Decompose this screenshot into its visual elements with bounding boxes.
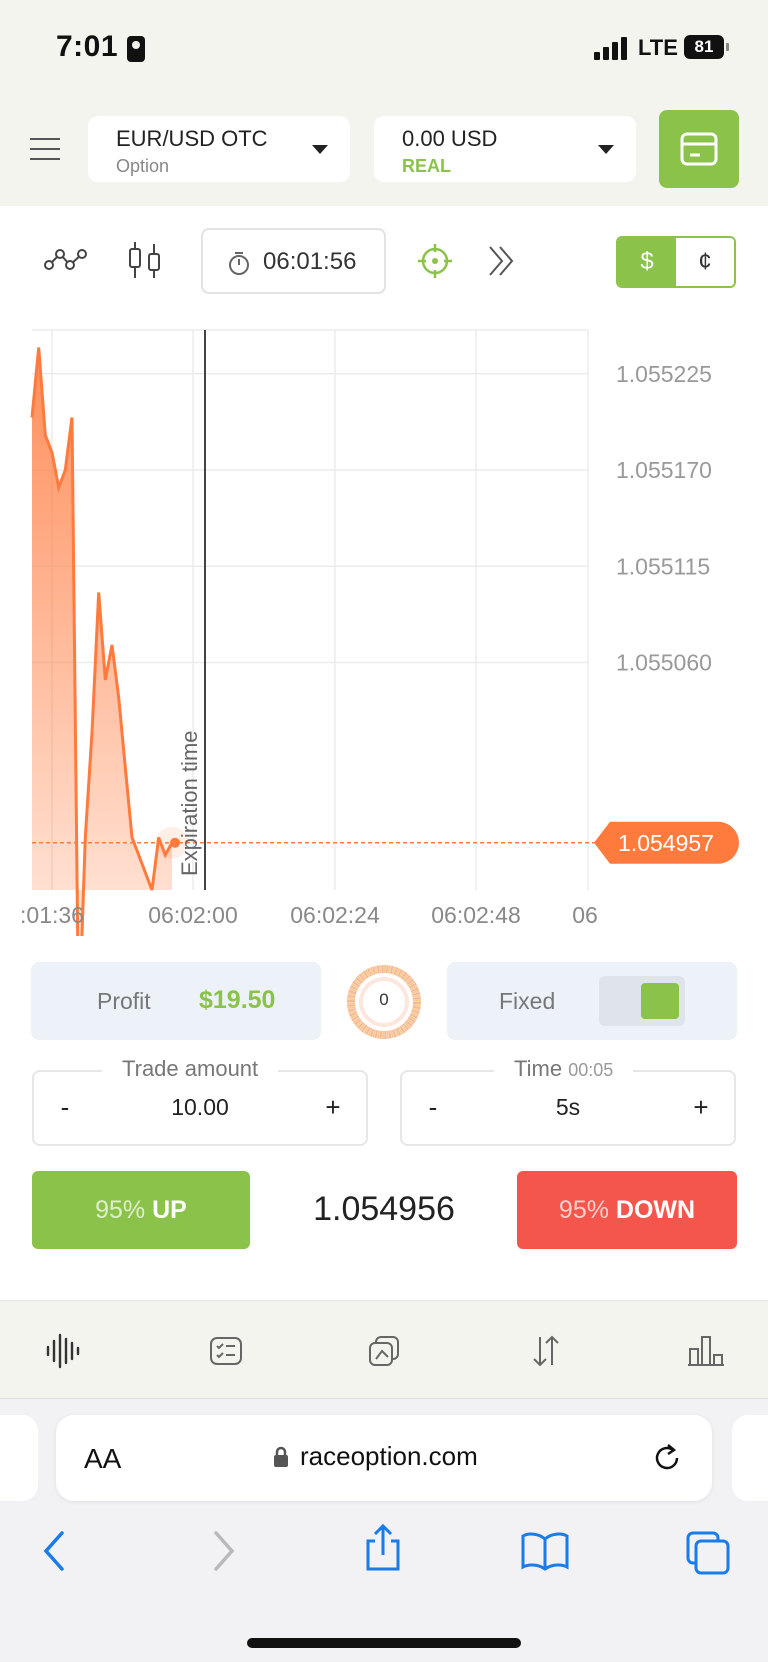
double-chevron-right-icon[interactable] [486, 244, 518, 278]
y-tick-label: 1.055225 [616, 361, 712, 387]
waveform-icon[interactable] [44, 1331, 84, 1371]
down-payout: 95% [558, 1196, 609, 1224]
x-tick-label: 06:02:48 [431, 902, 521, 928]
current-price-tag-label: 1.054957 [618, 830, 714, 856]
stopwatch-icon [229, 252, 249, 275]
back-arrow-icon[interactable] [40, 1529, 72, 1573]
line-chart-icon[interactable] [44, 246, 88, 272]
signal-icon [594, 36, 630, 60]
x-tick-label: 06 [572, 902, 598, 928]
share-icon[interactable] [362, 1523, 404, 1573]
account-mode: REAL [402, 156, 451, 176]
hamburger-menu-icon[interactable] [30, 138, 62, 162]
profit-panel: Profit $19.50 [31, 962, 321, 1040]
fixed-label: Fixed [499, 988, 556, 1014]
network-label: LTE [638, 35, 678, 60]
price-chart-svg[interactable]: 1.055225 1.055170 1.055115 1.055060 :01:36 06… [0, 316, 768, 1031]
browser-toolbar: AA raceoption.com [0, 1398, 768, 1662]
fixed-panel: Fixed [447, 962, 737, 1040]
app-bottom-nav [0, 1300, 768, 1398]
trade-amount-stepper: Trade amount - 10.00 + [32, 1056, 368, 1146]
next-tab-peek[interactable] [732, 1415, 768, 1501]
timer-display[interactable]: 06:01:56 [201, 228, 386, 294]
reader-settings-label: AA [84, 1443, 122, 1474]
gauge-value: 0 [379, 990, 389, 1009]
copy-icon[interactable] [364, 1331, 404, 1371]
asset-selector[interactable]: EUR/USD OTC Option [88, 116, 350, 182]
contact-badge-icon [127, 36, 145, 62]
caret-down-icon [598, 145, 614, 154]
up-payout: 95% [95, 1196, 146, 1224]
reader-settings-button[interactable]: AA [84, 1443, 121, 1475]
asset-name: EUR/USD OTC [116, 126, 268, 151]
candlestick-icon[interactable] [125, 240, 165, 280]
currency-toggle[interactable]: $ ¢ [616, 236, 736, 288]
crosshair-icon[interactable] [416, 242, 454, 280]
expiration-label: Expiration time [177, 730, 202, 876]
sort-arrows-icon[interactable] [526, 1331, 566, 1371]
y-tick-label: 1.055060 [616, 650, 712, 676]
address-bar[interactable]: AA raceoption.com [56, 1415, 712, 1501]
current-price: 1.054956 [313, 1190, 455, 1228]
x-tick-label: :01:36 [20, 902, 84, 928]
currency-cent-option[interactable]: ¢ [676, 238, 734, 286]
amount-decrease-button[interactable]: - [50, 1092, 80, 1123]
lock-icon [274, 1446, 288, 1467]
status-time: 7:01 [56, 30, 119, 63]
chart-toolbar: 06:01:56 $ ¢ [0, 206, 768, 316]
account-balance: 0.00 USD [402, 126, 498, 151]
currency-dollar-option[interactable]: $ [618, 238, 676, 286]
amount-value[interactable]: 10.00 [94, 1094, 306, 1121]
asset-type: Option [116, 156, 170, 176]
time-legend: Time 00:05 [494, 1056, 634, 1082]
timer-text: 06:01:56 [263, 248, 357, 275]
wallet-card-icon [680, 132, 718, 166]
checklist-icon[interactable] [206, 1331, 246, 1371]
fixed-toggle[interactable] [599, 976, 685, 1026]
trade-amount-label: Trade amount [102, 1056, 279, 1082]
caret-down-icon [312, 145, 328, 154]
time-countdown: 00:05 [568, 1060, 614, 1080]
time-decrease-button[interactable]: - [418, 1092, 448, 1123]
price-chart[interactable]: 1.055225 1.055170 1.055115 1.055060 :01:36 06… [0, 316, 768, 1031]
amount-increase-button[interactable]: + [318, 1092, 348, 1123]
time-increase-button[interactable]: + [686, 1092, 716, 1123]
previous-tab-peek[interactable] [0, 1415, 38, 1501]
profit-label: Profit [97, 988, 151, 1014]
time-value[interactable]: 5s [462, 1094, 674, 1121]
time-label: Time [514, 1056, 563, 1081]
account-selector[interactable]: 0.00 USD REAL [374, 116, 636, 182]
y-tick-label: 1.055115 [616, 553, 710, 579]
y-tick-label: 1.055170 [616, 457, 712, 483]
trade-down-button[interactable]: 95% DOWN [517, 1171, 737, 1249]
fixed-toggle-knob [641, 983, 679, 1019]
x-tick-label: 06:02:24 [290, 902, 380, 928]
deposit-button[interactable] [659, 110, 739, 188]
bookmarks-icon[interactable] [520, 1529, 570, 1573]
status-bar: 7:01 LTE 81 [0, 0, 768, 96]
trade-up-button[interactable]: 95% UP [32, 1171, 250, 1249]
time-stepper: Time 00:05 - 5s + [400, 1056, 736, 1146]
bar-chart-icon[interactable] [686, 1331, 726, 1371]
down-label: DOWN [615, 1196, 696, 1224]
battery-icon: 81 [684, 35, 729, 59]
profit-value: $19.50 [199, 986, 276, 1014]
x-tick-label: 06:02:00 [148, 902, 238, 928]
home-indicator [247, 1638, 521, 1648]
tabs-icon[interactable] [684, 1529, 732, 1577]
url-text: raceoption.com [300, 1441, 478, 1471]
reload-icon[interactable] [650, 1441, 684, 1475]
up-label: UP [152, 1196, 187, 1224]
sentiment-gauge: 0 [346, 964, 422, 1040]
app-header: EUR/USD OTC Option 0.00 USD REAL [0, 96, 768, 206]
forward-arrow-icon[interactable] [206, 1529, 238, 1573]
